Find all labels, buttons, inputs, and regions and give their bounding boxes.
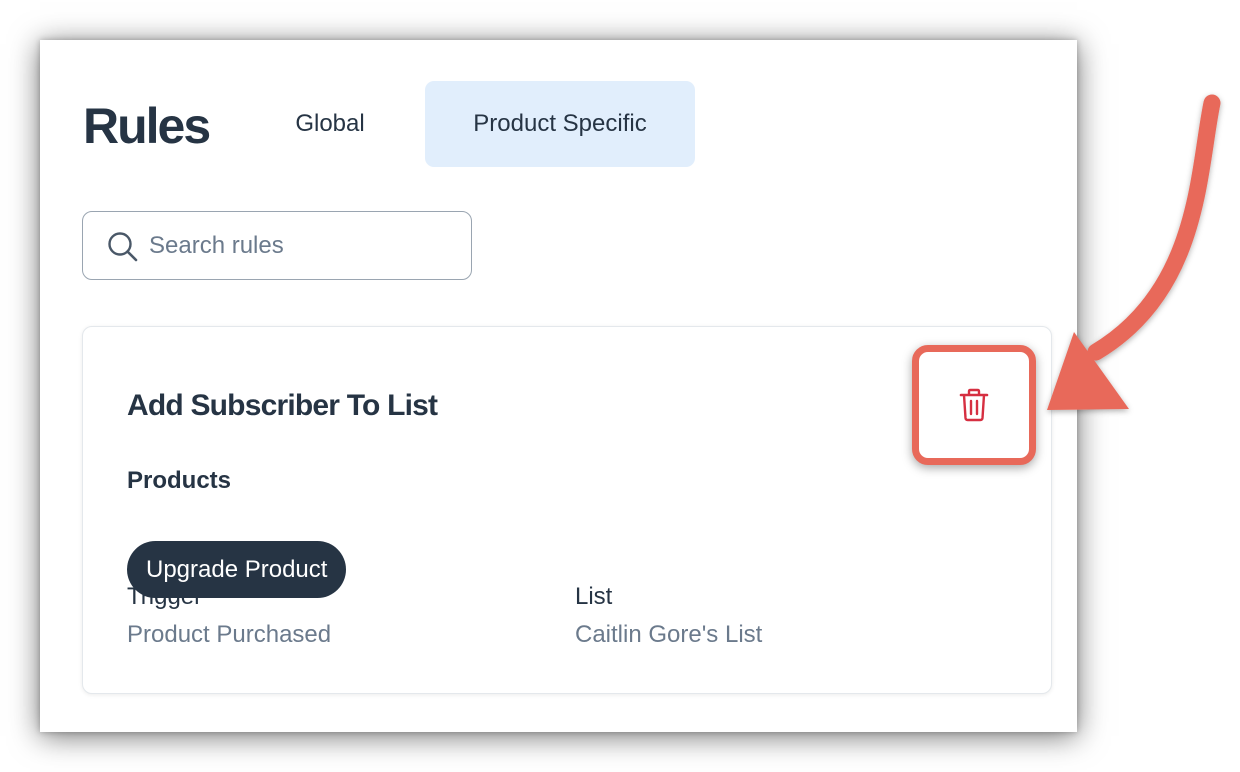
tab-global[interactable]: Global	[270, 81, 390, 167]
trigger-value: Product Purchased	[127, 621, 332, 648]
trigger-label: Trigger	[127, 583, 203, 610]
search-input[interactable]	[149, 226, 449, 266]
search-box[interactable]	[82, 211, 472, 280]
tab-product-specific[interactable]: Product Specific	[425, 81, 695, 167]
rule-card: Add Subscriber To List Products Upgrade …	[82, 326, 1052, 694]
trash-icon	[959, 388, 989, 422]
search-icon	[108, 232, 138, 262]
rule-title: Add Subscriber To List	[127, 389, 438, 422]
page-title: Rules	[83, 98, 211, 154]
list-label: List	[575, 583, 613, 610]
rules-panel: Rules Global Product Specific Add Subscr…	[40, 40, 1077, 732]
list-value: Caitlin Gore's List	[575, 621, 763, 648]
delete-rule-button[interactable]	[912, 345, 1036, 465]
products-label: Products	[127, 467, 232, 494]
